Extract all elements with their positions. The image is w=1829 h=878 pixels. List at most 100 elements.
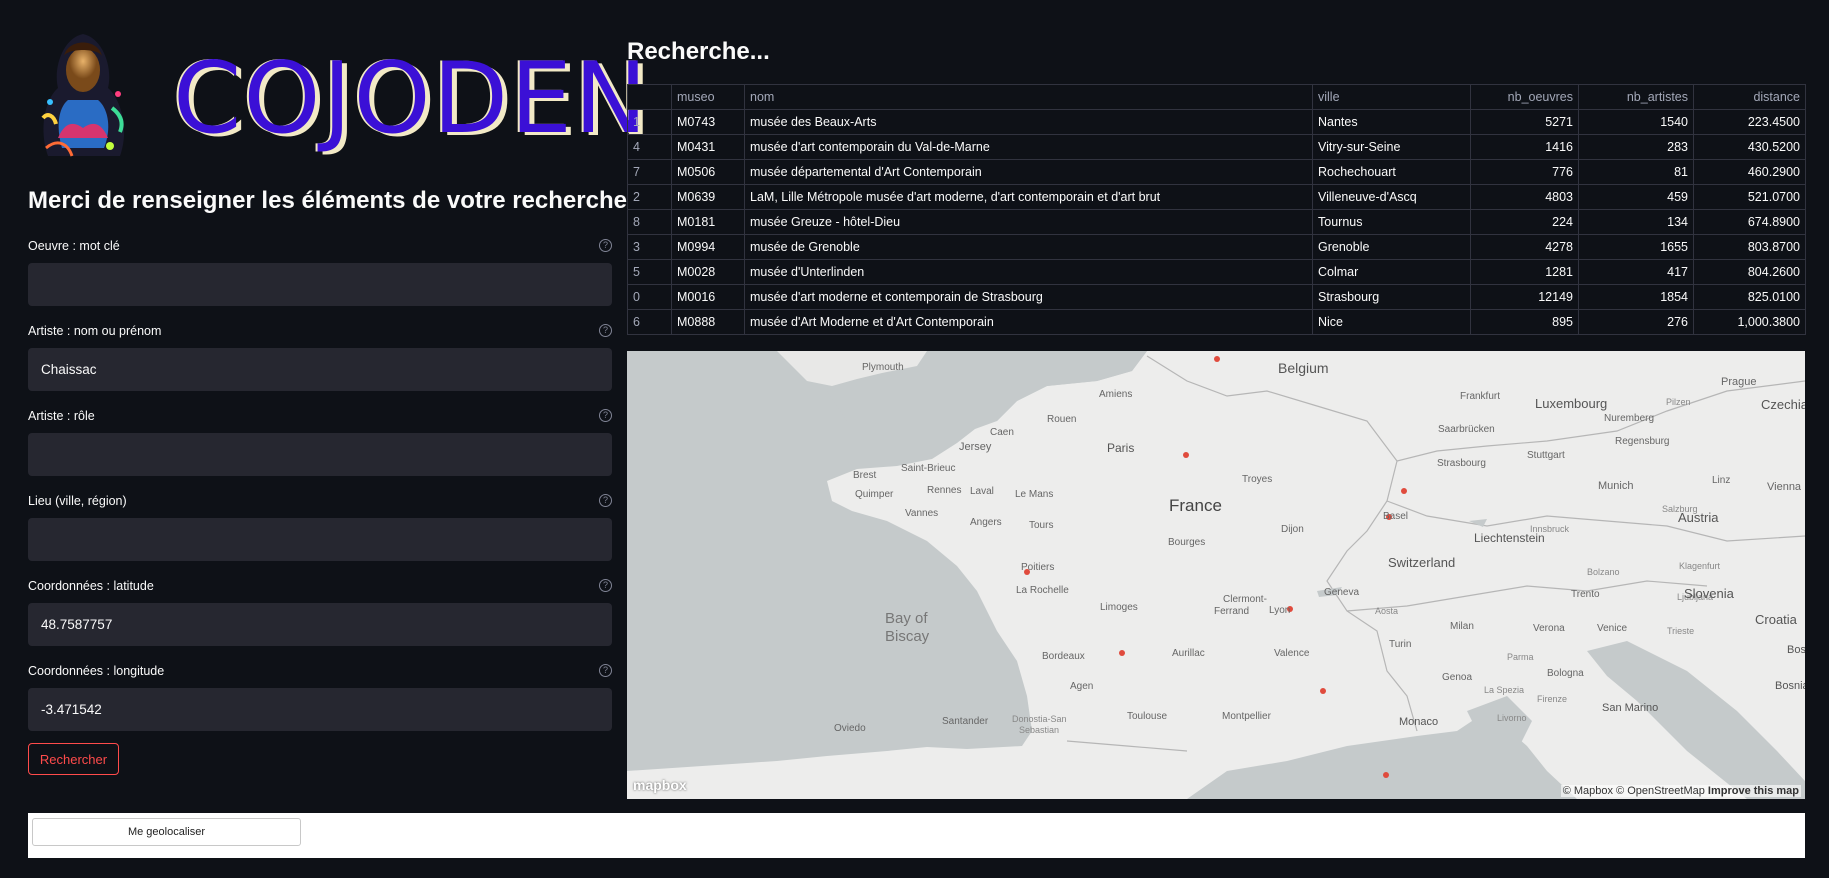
column-header-ville[interactable]: ville [1312, 84, 1471, 110]
place-input[interactable] [28, 518, 612, 561]
map-place-label: Quimper [855, 489, 894, 500]
artist-name-input[interactable] [28, 348, 612, 391]
map-place-label: Prague [1721, 376, 1756, 388]
map-place-label: Biscay [885, 628, 930, 645]
map-place-label: Donostia-San [1012, 714, 1067, 724]
cell-nb-oeuvres: 224 [1470, 209, 1579, 235]
artist-role-input[interactable] [28, 433, 612, 476]
museum-marker [1383, 772, 1389, 778]
results-table[interactable]: museo nom ville nb_oeuvres nb_artistes d… [627, 84, 1806, 335]
mapbox-logo[interactable]: mapbox [633, 777, 687, 793]
help-icon[interactable]: ? [599, 324, 612, 337]
table-row[interactable]: 0 M0016 musée d'art moderne et contemporai… [627, 284, 1806, 310]
map-place-label: Bourges [1168, 537, 1205, 548]
map-place-label: Luxembourg [1535, 396, 1607, 411]
cell-ville: Vitry-sur-Seine [1312, 134, 1471, 160]
border-line [1346, 580, 1708, 612]
table-row[interactable]: 2 M0639 LaM, Lille Métropole musée d'art m… [627, 184, 1806, 210]
results-table-body: 1 M0743 musée des Beaux-Arts Nantes 5271 1540… [627, 109, 1806, 335]
map-place-label: La Spezia [1484, 685, 1524, 695]
cell-ville: Strasbourg [1312, 284, 1471, 310]
museum-marker [1214, 356, 1220, 362]
results-map[interactable]: Belgium Plymouth Luxembourg Frankfurt Prague… [627, 351, 1805, 799]
table-row[interactable]: 3 M0994 musée de Grenoble Grenoble 4278 1655 8… [627, 234, 1806, 260]
help-icon[interactable]: ? [599, 664, 612, 677]
table-row[interactable]: 1 M0743 musée des Beaux-Arts Nantes 5271 1540… [627, 109, 1806, 135]
column-header-nom[interactable]: nom [744, 84, 1313, 110]
table-row[interactable]: 4 M0431 musée d'art contemporain du Val-de… [627, 134, 1806, 160]
map-place-label: Aurillac [1172, 648, 1205, 659]
cell-nb-artistes: 459 [1578, 184, 1694, 210]
map-place-label: Poitiers [1021, 562, 1054, 573]
map-place-label: Vienna [1767, 481, 1802, 493]
column-header-museo[interactable]: museo [671, 84, 745, 110]
map-place-label: Bosnia [1775, 680, 1805, 692]
improve-map-link[interactable]: Improve this map [1708, 785, 1799, 797]
map-place-label: Agen [1070, 681, 1093, 692]
map-place-label: Bologna [1547, 668, 1584, 679]
map-place-label: Linz [1712, 475, 1730, 486]
cell-museo: M0743 [671, 109, 745, 135]
geolocate-button[interactable]: Me geolocaliser [32, 818, 301, 846]
border-line [1066, 740, 1188, 752]
map-place-label: France [1169, 496, 1222, 515]
field-longitude: Coordonnées : longitude ? [28, 662, 612, 731]
help-icon[interactable]: ? [599, 494, 612, 507]
map-place-label: Salzburg [1662, 504, 1698, 514]
oeuvre-keyword-input[interactable] [28, 263, 612, 306]
map-place-label: Montpellier [1222, 711, 1272, 722]
map-place-label: Sebastian [1019, 725, 1059, 735]
field-artiste-nom: Artiste : nom ou prénom ? [28, 322, 612, 391]
latitude-input[interactable] [28, 603, 612, 646]
map-place-label: Bordeaux [1042, 651, 1085, 662]
map-place-label: Laval [970, 486, 994, 497]
map-place-label: Geneva [1324, 587, 1359, 598]
cell-ville: Colmar [1312, 259, 1471, 285]
table-row[interactable]: 6 M0888 musée d'Art Moderne et d'Art Conte… [627, 309, 1806, 335]
cell-ville: Nantes [1312, 109, 1471, 135]
map-place-label: La Rochelle [1016, 585, 1069, 596]
map-place-label: Bolzano [1587, 567, 1620, 577]
adriatic-sea [1587, 641, 1805, 799]
column-header-distance[interactable]: distance [1693, 84, 1806, 110]
map-place-label: Munich [1598, 480, 1633, 492]
cell-nb-oeuvres: 12149 [1470, 284, 1579, 310]
cell-nb-artistes: 1540 [1578, 109, 1694, 135]
cell-distance: 1,000.3800 [1693, 309, 1806, 335]
field-label-artiste-role: Artiste : rôle [28, 409, 95, 423]
map-place-label: Troyes [1242, 474, 1272, 485]
map-place-label: Venice [1597, 623, 1627, 634]
table-row[interactable]: 8 M0181 musée Greuze - hôtel-Dieu Tournus 22… [627, 209, 1806, 235]
map-place-label: Livorno [1497, 713, 1527, 723]
cell-nom: LaM, Lille Métropole musée d'art moderne… [744, 184, 1313, 210]
map-canvas[interactable]: Belgium Plymouth Luxembourg Frankfurt Prague… [627, 351, 1805, 799]
help-icon[interactable]: ? [599, 579, 612, 592]
cell-nb-artistes: 134 [1578, 209, 1694, 235]
column-header-nb-oeuvres[interactable]: nb_oeuvres [1470, 84, 1579, 110]
map-place-label: Oviedo [834, 723, 866, 734]
cell-ville: Nice [1312, 309, 1471, 335]
map-place-label: Toulouse [1127, 711, 1167, 722]
cell-nom: musée des Beaux-Arts [744, 109, 1313, 135]
map-place-label: Clermont- [1223, 594, 1267, 605]
column-header-index[interactable] [627, 84, 672, 110]
cell-nb-oeuvres: 776 [1470, 159, 1579, 185]
map-place-label: Rouen [1047, 414, 1076, 425]
cell-nom: musée d'Art Moderne et d'Art Contemporai… [744, 309, 1313, 335]
search-button[interactable]: Rechercher [28, 743, 119, 775]
column-header-nb-artistes[interactable]: nb_artistes [1578, 84, 1694, 110]
map-place-label: Klagenfurt [1679, 561, 1721, 571]
map-attribution-text[interactable]: © Mapbox © OpenStreetMap [1563, 785, 1705, 797]
cell-nom: musée de Grenoble [744, 234, 1313, 260]
map-place-label: Slovenia [1684, 586, 1735, 601]
map-place-label: Saarbrücken [1438, 424, 1495, 435]
longitude-input[interactable] [28, 688, 612, 731]
table-row[interactable]: 5 M0028 musée d'Unterlinden Colmar 1281 417 80… [627, 259, 1806, 285]
table-row[interactable]: 7 M0506 musée départemental d'Art Contempo… [627, 159, 1806, 185]
cell-nb-oeuvres: 895 [1470, 309, 1579, 335]
map-place-label: Lyon [1269, 605, 1290, 616]
help-icon[interactable]: ? [599, 409, 612, 422]
help-icon[interactable]: ? [599, 239, 612, 252]
map-place-label: Strasbourg [1437, 458, 1486, 469]
map-place-label: Trento [1571, 589, 1600, 600]
